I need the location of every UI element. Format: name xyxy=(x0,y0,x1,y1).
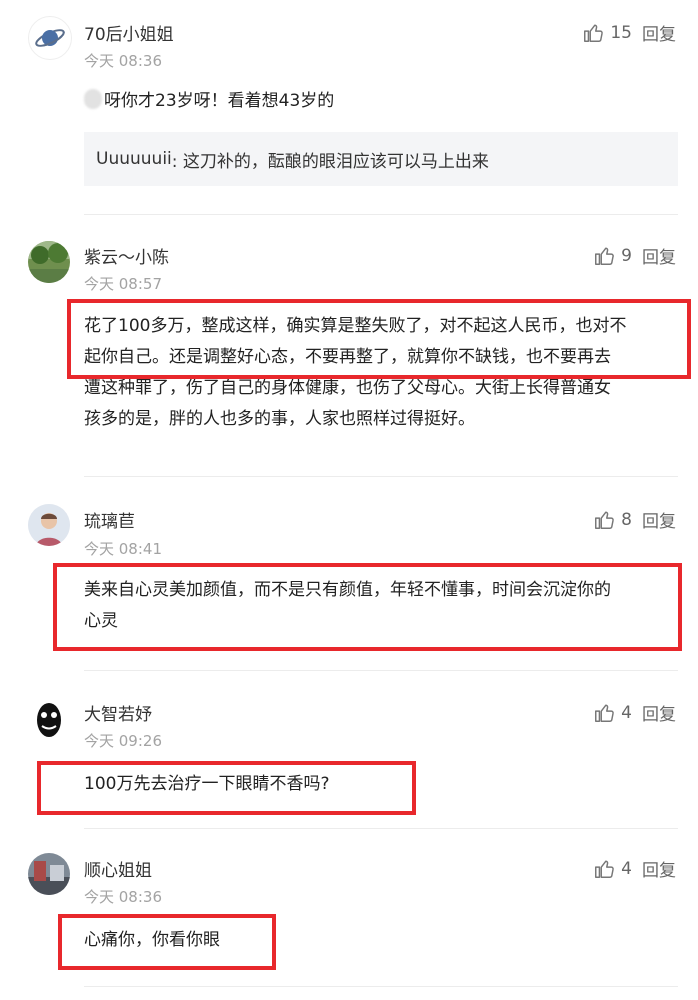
like-count: 15 xyxy=(610,22,632,43)
photo-avatar-icon xyxy=(28,853,70,895)
timestamp: 今天 09:26 xyxy=(84,732,162,750)
avatar[interactable] xyxy=(28,699,70,741)
like-area: 9 回复 xyxy=(593,243,676,268)
timestamp: 今天 08:41 xyxy=(84,540,162,558)
highlight-box xyxy=(53,563,682,651)
avatar[interactable] xyxy=(28,853,70,895)
like-area: 8 回复 xyxy=(593,507,676,532)
like-count: 8 xyxy=(621,509,632,530)
quote-user[interactable]: Uuuuuuii xyxy=(96,149,172,169)
thumbs-up-icon[interactable] xyxy=(582,22,604,44)
reply-button[interactable]: 回复 xyxy=(642,20,676,45)
thumbs-up-icon[interactable] xyxy=(593,858,615,880)
avatar[interactable] xyxy=(28,241,70,283)
reply-button[interactable]: 回复 xyxy=(642,700,676,725)
timestamp: 今天 08:57 xyxy=(84,275,162,293)
like-count: 4 xyxy=(621,702,632,723)
timestamp: 今天 08:36 xyxy=(84,52,162,70)
portrait-avatar-icon xyxy=(28,504,70,546)
reply-button[interactable]: 回复 xyxy=(642,856,676,881)
avatar[interactable] xyxy=(28,504,70,546)
reply-button[interactable]: 回复 xyxy=(642,507,676,532)
thumbs-up-icon[interactable] xyxy=(593,245,615,267)
like-area: 4 回复 xyxy=(593,700,676,725)
divider xyxy=(84,986,678,987)
like-area: 4 回复 xyxy=(593,856,676,881)
highlight-box xyxy=(67,299,691,379)
username[interactable]: 紫云～小陈 xyxy=(84,243,169,268)
username[interactable]: 大智若妤 xyxy=(84,700,152,725)
comment-text-content: 呀你才23岁呀！看着想43岁的 xyxy=(104,91,335,111)
emoji-icon xyxy=(84,89,102,109)
like-area: 15 回复 xyxy=(582,20,676,45)
username[interactable]: 70后小姐姐 xyxy=(84,20,174,45)
highlight-box xyxy=(58,914,276,970)
planet-icon xyxy=(35,29,65,47)
dark-face-avatar-icon xyxy=(37,703,61,737)
quote-text: : 这刀补的，酝酿的眼泪应该可以马上出来 xyxy=(171,151,489,172)
username[interactable]: 琉璃苣 xyxy=(84,507,135,532)
quoted-reply[interactable]: Uuuuuuii : 这刀补的，酝酿的眼泪应该可以马上出来 xyxy=(84,132,678,186)
reply-button[interactable]: 回复 xyxy=(642,243,676,268)
avatar[interactable] xyxy=(28,16,72,60)
timestamp: 今天 08:36 xyxy=(84,888,162,906)
comment-line: 孩多的是，胖的人也多的事，人家也照样过得挺好。 xyxy=(84,409,475,429)
comment-item: 70后小姐姐 今天 08:36 15 回复 呀你才23岁呀！看着想43岁的 Uu… xyxy=(0,0,698,215)
thumbs-up-icon[interactable] xyxy=(593,509,615,531)
thumbs-up-icon[interactable] xyxy=(593,702,615,724)
username[interactable]: 顺心姐姐 xyxy=(84,856,152,881)
landscape-avatar-icon xyxy=(28,241,70,283)
like-count: 9 xyxy=(621,245,632,266)
comment-text: 呀你才23岁呀！看着想43岁的 xyxy=(84,86,678,117)
like-count: 4 xyxy=(621,858,632,879)
highlight-box xyxy=(37,761,416,815)
